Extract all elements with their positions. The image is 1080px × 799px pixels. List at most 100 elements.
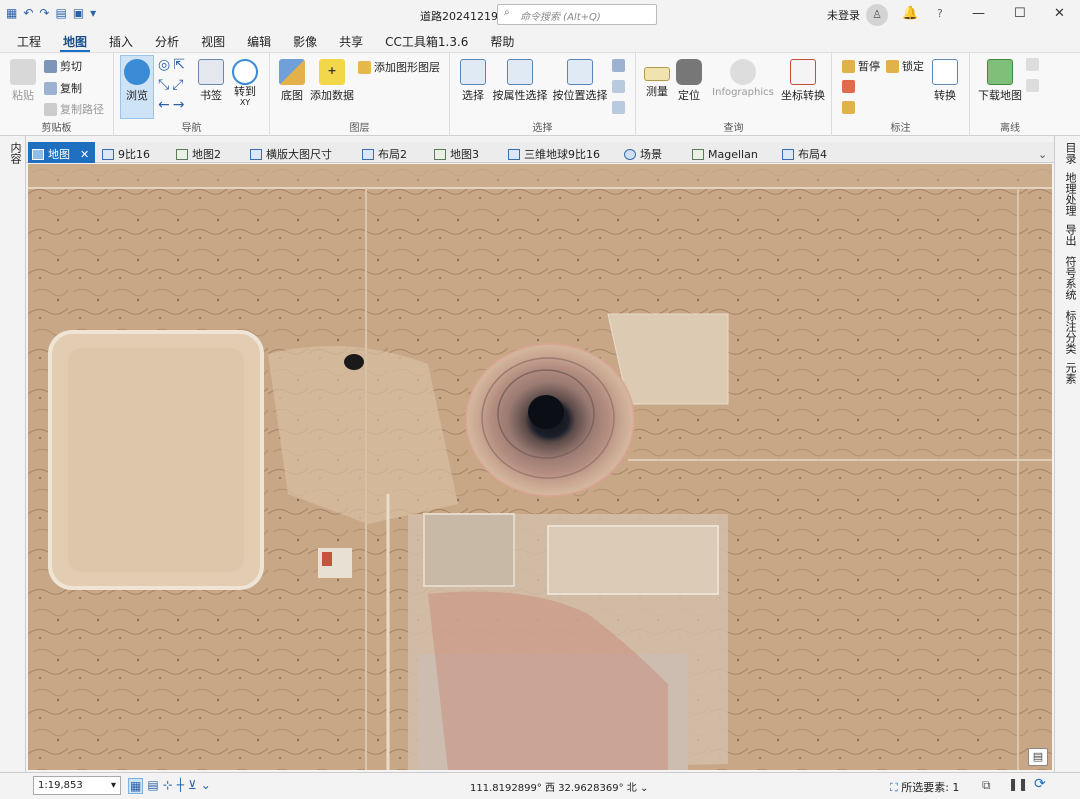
selection-extras[interactable] (612, 59, 625, 114)
notification-icon[interactable]: 🔔 (902, 6, 918, 21)
contents-label[interactable]: 内容 (7, 142, 23, 164)
select-by-attribute-button[interactable]: 按属性选择 (490, 59, 550, 103)
doc-tab-globe[interactable]: 三维地球9比16 (504, 142, 606, 163)
catalog-tab[interactable]: 目录 (1062, 142, 1078, 164)
scale-input[interactable]: 1:19,853 ▾ (33, 776, 121, 795)
tab-analysis[interactable]: 分析 (144, 30, 190, 52)
view-unplaced-button[interactable] (842, 80, 855, 93)
table-icon[interactable]: ▤ (147, 778, 158, 794)
download-map-button[interactable]: 下载地图 (976, 59, 1024, 103)
lock-button[interactable]: 锁定 (886, 58, 924, 74)
tabs-overflow-icon[interactable]: ⌄ (1034, 142, 1053, 163)
clipboard-label: 剪贴板 (41, 123, 72, 134)
doc-tab-map[interactable]: 地图 ✕ (28, 142, 96, 163)
doc-tab-scene[interactable]: 场景 (620, 142, 668, 163)
save-icon[interactable]: ▣ (73, 6, 84, 20)
tab-project[interactable]: 工程 (6, 30, 52, 52)
maximize-button[interactable]: ☐ (1014, 6, 1026, 21)
chevron-down-icon[interactable]: ⌄ (640, 783, 648, 794)
zoom-tools[interactable]: ◎ ⇱ (158, 57, 185, 73)
pause-drawing-icon[interactable]: ❚❚ (1008, 777, 1028, 791)
tab-insert[interactable]: 插入 (98, 30, 144, 52)
explore-button[interactable]: 浏览 (120, 55, 154, 119)
snapping-icon[interactable]: ⊹ (163, 778, 173, 794)
target-icon (232, 59, 258, 85)
attribute-table-icon (507, 59, 533, 85)
chevron-down-icon[interactable]: ⌄ (201, 778, 211, 794)
doc-tab-map3[interactable]: 地图3 (430, 142, 485, 163)
export-tab[interactable]: 导出 (1062, 224, 1078, 246)
command-search[interactable]: ⌕ 命令搜索 (Alt+Q) (497, 4, 657, 25)
contents-pane-collapsed[interactable]: 内容 (0, 136, 26, 772)
basemap-button[interactable]: 底图 (275, 59, 309, 103)
offline-label: 离线 (1000, 123, 1020, 134)
cut-button[interactable]: 剪切 (44, 58, 82, 74)
window-title: 道路20241219 (420, 10, 498, 23)
copy-button[interactable]: 复制 (44, 80, 82, 96)
infographics-button[interactable]: Infographics (708, 59, 778, 98)
minimize-button[interactable]: — (972, 6, 985, 21)
pause-button[interactable]: 暂停 (842, 58, 880, 74)
doc-tab-layout4[interactable]: 布局4 (778, 142, 833, 163)
map-notes-icon[interactable]: ▤ (1028, 748, 1048, 766)
customize-icon[interactable]: ▾ (90, 6, 96, 20)
paste-icon (10, 59, 36, 85)
help-icon[interactable]: ? (937, 7, 943, 20)
status-bar: 1:19,853 ▾ ▦ ▤ ⊹ ┼ ⊻ ⌄ 111.8192899° 西 32.… (0, 772, 1080, 799)
measure-button[interactable]: 测量 (640, 59, 674, 99)
navigate-group: 浏览 ◎ ⇱ ⤡ ⤢ ← → 书签 转到 XY 导航 (114, 53, 270, 136)
tab-imagery[interactable]: 影像 (282, 30, 328, 52)
constraints-icon[interactable]: ⊻ (188, 778, 197, 794)
select-by-location-button[interactable]: 按位置选择 (550, 59, 610, 103)
geoprocessing-tab[interactable]: 地理处理 (1062, 172, 1078, 216)
add-data-button[interactable]: + 添加数据 (308, 59, 356, 103)
doc-tab-landscape[interactable]: 横版大图尺寸 (246, 142, 338, 163)
doc-tab-magellan[interactable]: Magellan (688, 142, 764, 163)
more-label-button[interactable] (842, 101, 855, 114)
copy-path-button[interactable]: 复制路径 (44, 101, 104, 117)
doc-tab-layout2[interactable]: 布局2 (358, 142, 413, 163)
bookmarks-button[interactable]: 书签 (196, 59, 226, 103)
grid-icon[interactable]: ┼ (177, 778, 184, 794)
symbology-tab[interactable]: 符号系统 (1062, 256, 1078, 300)
tab-cc-toolbox[interactable]: CC工具箱1.3.6 (374, 30, 479, 52)
redo-icon[interactable]: ↷ (39, 6, 49, 20)
refresh-extent-icon[interactable]: ⧉ (982, 778, 991, 793)
map-view[interactable]: ▤ (28, 164, 1052, 770)
close-button[interactable]: ✕ (1054, 6, 1065, 21)
tab-map[interactable]: 地图 (52, 30, 98, 52)
label-class-tab[interactable]: 标注分类 (1062, 310, 1078, 354)
refresh-icon[interactable]: ⟳ (1034, 776, 1046, 792)
tab-edit[interactable]: 编辑 (236, 30, 282, 52)
close-tab-icon[interactable]: ✕ (80, 148, 89, 161)
coordinate-convert-button[interactable]: 坐标转换 (776, 59, 830, 103)
login-status[interactable]: 未登录 (827, 7, 860, 23)
add-graphics-layer-button[interactable]: 添加图形图层 (358, 59, 440, 75)
pin-icon (790, 59, 816, 85)
full-extent-icon: ◎ (158, 57, 171, 73)
select-button[interactable]: 选择 (458, 59, 488, 103)
doc-tab-map2[interactable]: 地图2 (172, 142, 227, 163)
paste-button[interactable]: 粘贴 (8, 59, 38, 103)
grid-view-icon[interactable]: ▦ (128, 778, 144, 794)
element-tab[interactable]: 元素 (1062, 362, 1078, 384)
offline-extras[interactable] (1026, 58, 1039, 92)
avatar[interactable]: ♙ (866, 4, 888, 26)
zoom-io[interactable]: ⤡ ⤢ (158, 77, 183, 93)
title-bar: ▦ ↶ ↷ ▤ ▣ ▾ 道路20241219 ⌕ 命令搜索 (Alt+Q) 未登录… (0, 0, 1080, 30)
selection-label: 选择 (532, 123, 553, 134)
zoom-in-icon: ⤡ (158, 77, 170, 93)
tab-help[interactable]: 帮助 (479, 30, 525, 52)
tab-share[interactable]: 共享 (328, 30, 374, 52)
unplaced-icon (842, 80, 855, 93)
convert-button[interactable]: 转换 (930, 59, 960, 103)
open-icon[interactable]: ▤ (55, 6, 66, 20)
goto-xy-button[interactable]: 转到 XY (230, 59, 260, 108)
locate-button[interactable]: 定位 (674, 59, 704, 103)
download-map-icon (987, 59, 1013, 85)
tab-view[interactable]: 视图 (190, 30, 236, 52)
undo-icon[interactable]: ↶ (23, 6, 33, 20)
doc-tab-9x16[interactable]: 9比16 (98, 142, 156, 163)
prev-next[interactable]: ← → (158, 97, 184, 113)
add-data-icon: + (319, 59, 345, 85)
